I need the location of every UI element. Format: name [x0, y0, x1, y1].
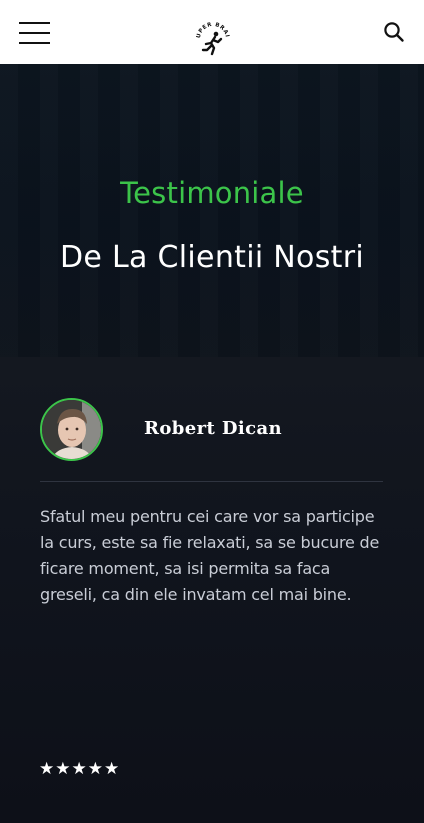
star-icon: ★: [104, 759, 120, 779]
hero-banner: [0, 64, 424, 357]
svg-text:SUPER BRAIN: SUPER BRAIN: [194, 20, 230, 39]
star-icon: ★: [87, 759, 103, 779]
testimonial-quote: Sfatul meu pentru cei care vor sa partic…: [40, 507, 380, 604]
section-subtitle: Testimoniale: [120, 176, 304, 210]
star-icon: ★: [71, 759, 87, 779]
site-header: SUPER BRAIN: [0, 0, 424, 64]
brand-logo[interactable]: SUPER BRAIN: [191, 16, 232, 58]
star-rating: ★ ★ ★ ★ ★: [39, 759, 119, 779]
runner-logo-icon: SUPER BRAIN: [191, 16, 230, 56]
section-title: De La Clientii Nostri: [60, 240, 364, 275]
menu-line: [19, 32, 50, 34]
menu-line: [19, 22, 50, 24]
testimonial-author: Robert Dican: [144, 418, 283, 439]
search-icon[interactable]: [383, 21, 405, 43]
menu-line: [19, 42, 50, 44]
star-icon: ★: [55, 759, 71, 779]
star-icon: ★: [39, 759, 55, 779]
divider: [40, 481, 383, 482]
hamburger-menu-icon[interactable]: [19, 22, 51, 44]
avatar: [40, 398, 103, 461]
